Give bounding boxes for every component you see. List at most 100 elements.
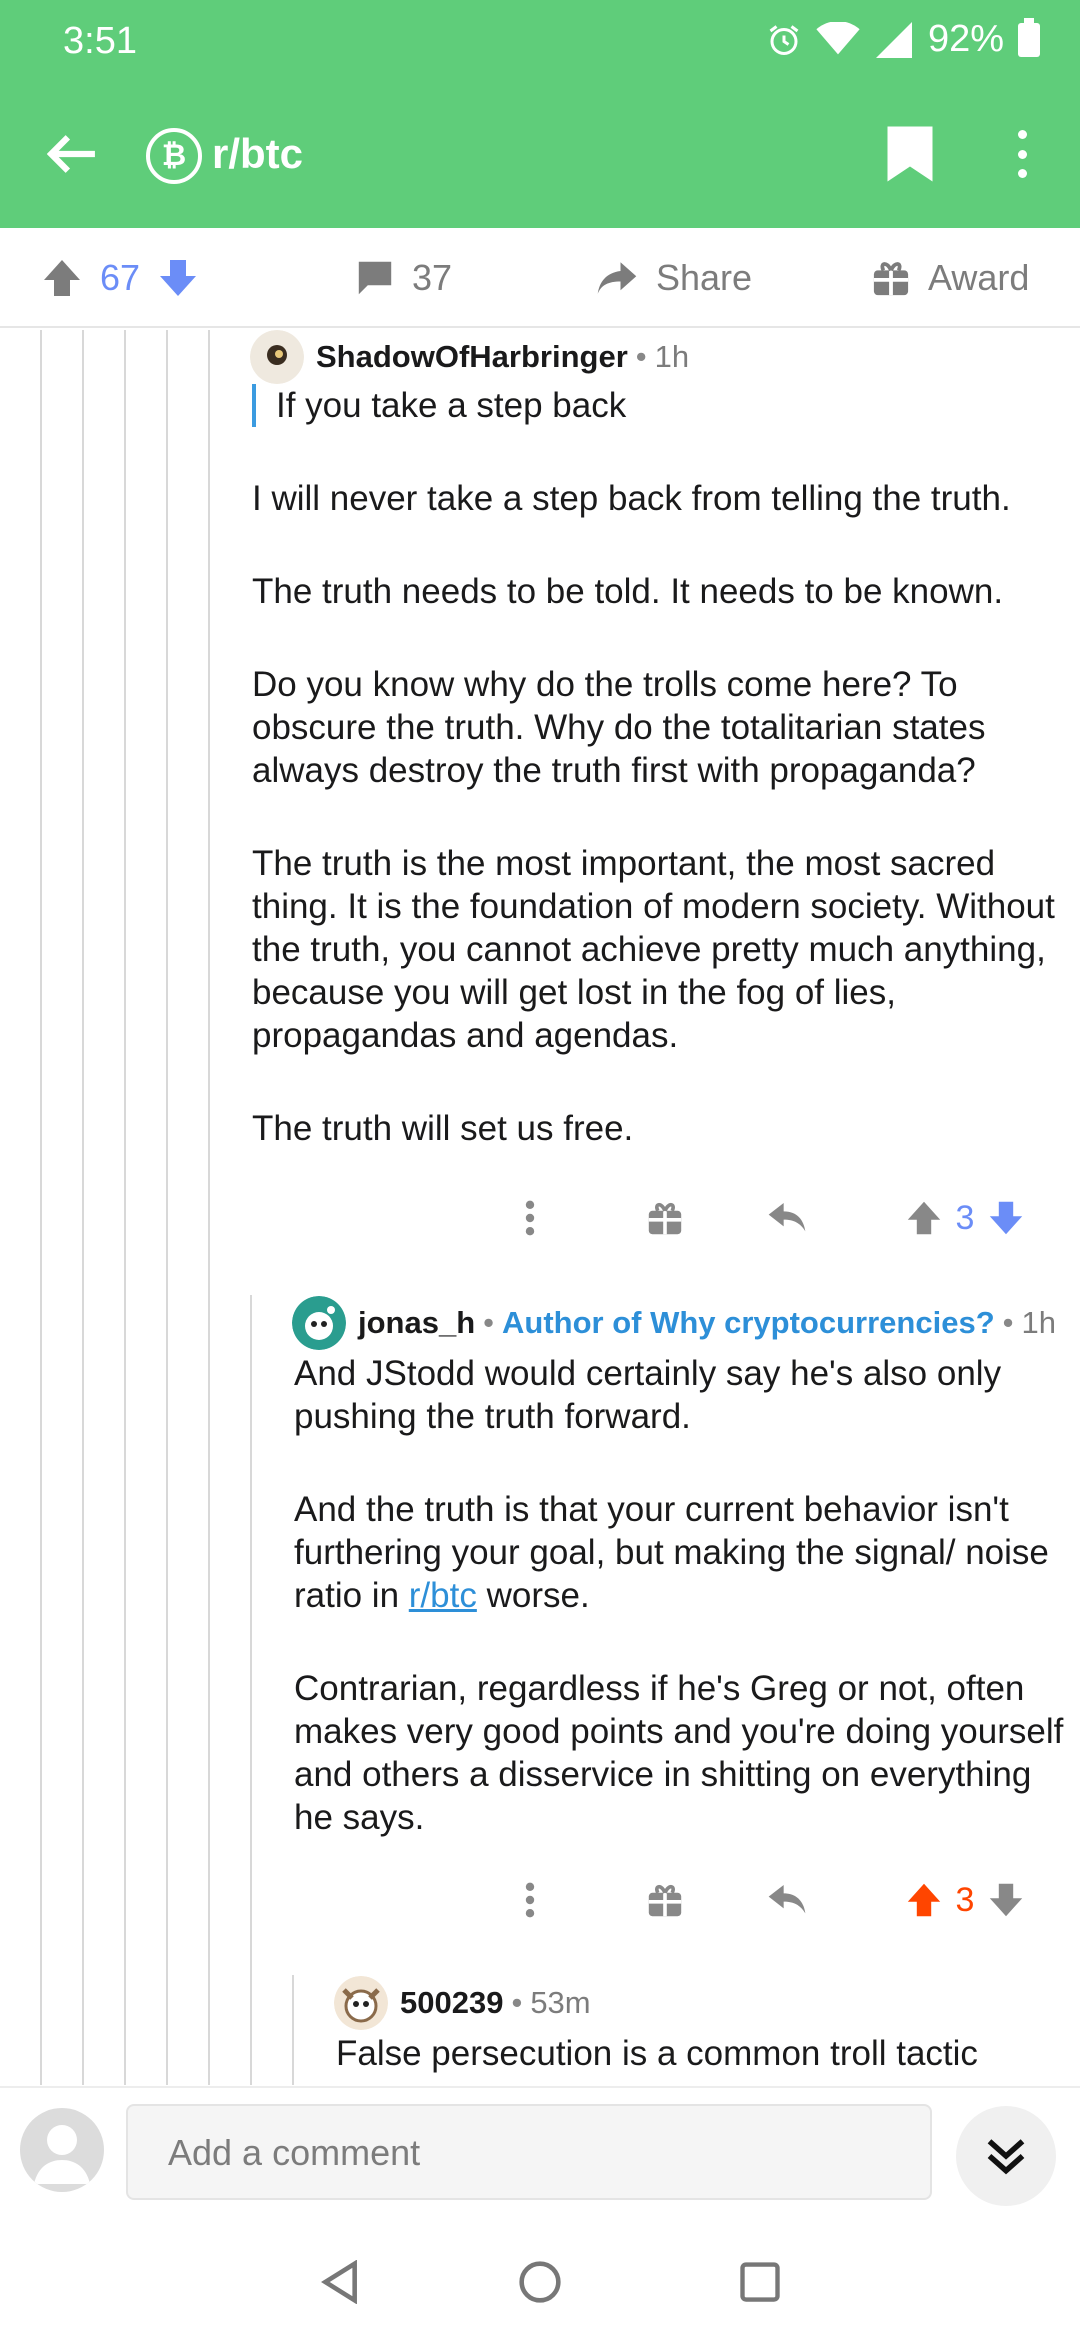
avatar[interactable]	[292, 1296, 346, 1350]
nav-recents-button[interactable]	[730, 2252, 790, 2312]
comment-score: 3	[955, 1198, 975, 1237]
comment-count: 37	[412, 257, 453, 298]
comment-composer: Add a comment	[0, 2086, 1080, 2216]
arrow-left-icon	[47, 135, 95, 173]
post-score: 67	[100, 257, 141, 298]
reply-button[interactable]	[762, 1188, 812, 1248]
next-comment-button[interactable]	[956, 2106, 1056, 2206]
battery-icon	[1018, 17, 1040, 57]
wifi-icon	[816, 21, 860, 54]
comment-paragraph: Do you know why do the trolls come here?…	[252, 665, 986, 790]
comment-header: 500239 • 53m	[334, 1976, 591, 2030]
downvote-icon[interactable]	[988, 1200, 1024, 1236]
comment-more-button[interactable]	[510, 1188, 550, 1248]
add-comment-input[interactable]: Add a comment	[126, 2104, 932, 2200]
post-action-bar: 67 37 Share Award	[0, 228, 1080, 328]
overflow-menu-button[interactable]	[1004, 124, 1040, 184]
nav-back-button[interactable]	[310, 2252, 370, 2312]
separator-dot: •	[1002, 1305, 1014, 1340]
thread-line	[250, 1295, 252, 2085]
comment-paragraph: The truth needs to be told. It needs to …	[252, 572, 1004, 611]
comments-button[interactable]: 37	[356, 252, 452, 304]
more-vertical-icon	[525, 1882, 535, 1918]
comment-header: ShadowOfHarbringer • 1h	[250, 330, 689, 384]
app-bar: ₿ r/btc	[0, 80, 1080, 228]
comment-author[interactable]: jonas_h	[358, 1305, 475, 1341]
comment-body: False persecution is a common troll tact…	[336, 2032, 1076, 2085]
award-button[interactable]: Award	[872, 252, 1029, 304]
gift-icon	[873, 262, 909, 296]
comment-actions: 3	[500, 1870, 1060, 1930]
separator-dot: •	[511, 1985, 523, 2020]
comment-paragraph: The truth will set us free.	[252, 1109, 634, 1148]
nav-home-button[interactable]	[510, 2252, 570, 2312]
award-label: Award	[928, 257, 1030, 298]
signal-icon	[875, 21, 912, 58]
share-label: Share	[656, 257, 753, 298]
system-nav-bar	[0, 2216, 1080, 2340]
thread-line	[208, 330, 210, 2085]
user-avatar[interactable]	[20, 2108, 104, 2192]
comment-time: 53m	[530, 1985, 591, 2020]
comment-award-button[interactable]	[640, 1870, 690, 1930]
comment-icon	[358, 261, 392, 295]
quoted-text: If you take a step back	[252, 384, 1072, 427]
comment-score: 3	[955, 1880, 975, 1919]
subreddit-name[interactable]: r/btc	[212, 130, 303, 178]
battery-percent: 92%	[927, 18, 1004, 60]
more-vertical-icon	[525, 1200, 535, 1236]
thread-line	[166, 330, 168, 2085]
gift-icon	[648, 1884, 682, 1917]
upvote-icon[interactable]	[42, 258, 82, 298]
thread-line	[124, 330, 126, 2085]
comment-paragraph: False persecution is a common troll tact…	[336, 2034, 978, 2073]
comment-author[interactable]: ShadowOfHarbringer	[316, 339, 628, 375]
bookmark-icon[interactable]	[884, 124, 936, 184]
back-button[interactable]	[36, 118, 108, 190]
top-bar: 3:51 92% ₿ r/btc	[0, 0, 1080, 228]
bitcoin-cash-icon: ₿	[146, 128, 202, 184]
comment-thread: ShadowOfHarbringer • 1h If you take a st…	[0, 330, 1080, 2085]
comment-header: jonas_h • Author of Why cryptocurrencies…	[292, 1296, 1056, 1350]
comment-paragraph: Contrarian, regardless if he's Greg or n…	[294, 1669, 1064, 1837]
status-bar: 3:51 92%	[0, 0, 1080, 80]
comment-vote-group: 3	[890, 1870, 1040, 1930]
comment-paragraph: And JStodd would certainly say he's also…	[294, 1354, 1002, 1436]
triangle-back-icon	[321, 2260, 357, 2304]
comment-actions: 3	[500, 1188, 1060, 1248]
comment-paragraph: And the truth is that your current behav…	[294, 1488, 1074, 1617]
avatar[interactable]	[250, 330, 304, 384]
comment-paragraph: I will never take a step back from telli…	[252, 479, 1011, 518]
subreddit-link[interactable]: r/btc	[409, 1576, 477, 1615]
comment-more-button[interactable]	[510, 1870, 550, 1930]
comment-award-button[interactable]	[640, 1188, 690, 1248]
reply-icon	[768, 1885, 806, 1914]
comment-body: And JStodd would certainly say he's also…	[294, 1352, 1074, 1889]
thread-line	[292, 1975, 294, 2085]
comment-time: 1h	[654, 339, 690, 374]
downvote-icon[interactable]	[988, 1882, 1024, 1918]
post-vote-group: 67	[42, 252, 198, 304]
comment-author[interactable]: 500239	[400, 1985, 503, 2021]
paragraph-text: And the truth is that your current behav…	[294, 1490, 1049, 1615]
thread-line	[82, 330, 84, 2085]
comment-time: 1h	[1021, 1305, 1056, 1340]
reply-icon	[768, 1203, 806, 1232]
avatar[interactable]	[334, 1976, 388, 2030]
share-button[interactable]: Share	[596, 252, 752, 304]
circle-home-icon	[519, 2261, 561, 2303]
upvote-icon[interactable]	[906, 1882, 942, 1918]
comment-vote-group: 3	[890, 1188, 1040, 1248]
paragraph-text: worse.	[476, 1576, 590, 1615]
status-time: 3:51	[63, 20, 137, 62]
thread-line	[40, 330, 42, 2085]
double-chevron-down-icon	[987, 2139, 1025, 2175]
upvote-icon[interactable]	[906, 1200, 942, 1236]
square-recents-icon	[740, 2262, 780, 2302]
downvote-icon[interactable]	[158, 258, 198, 298]
separator-dot: •	[483, 1305, 495, 1340]
status-icons: 92%	[766, 17, 1040, 61]
alarm-icon	[769, 24, 799, 55]
share-icon	[597, 262, 637, 294]
reply-button[interactable]	[762, 1870, 812, 1930]
